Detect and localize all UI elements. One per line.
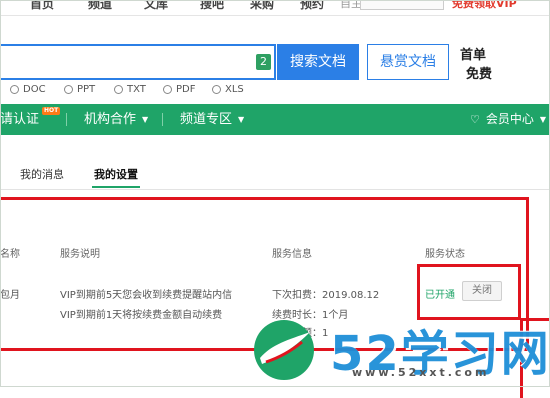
top-nav: 首页 频道 文库 搜吧 采购 预约 自主设置 免费领取VIP [0,0,550,16]
promo-line-1: 首单 [460,48,487,63]
topnav-item[interactable]: 频道 [88,0,112,12]
status-badge: 已开通 [425,290,455,301]
header-name: 名称 [0,249,20,260]
file-type-option[interactable]: DOC [10,84,46,95]
search-documents-button[interactable]: 搜索文档 [277,44,359,80]
radio-icon [212,85,221,94]
header-info: 服务信息 [272,249,312,260]
settings-tabs: 我的消息 我的设置 [0,150,550,190]
service-desc-line-1: VIP到期前5天您会收到续费提醒站内信 [60,290,233,301]
file-type-option[interactable]: PDF [163,84,195,95]
topnav-item[interactable]: 文库 [144,0,168,12]
file-type-option[interactable]: TXT [114,84,146,95]
radio-icon [114,85,123,94]
topnav-item[interactable]: 预约 [300,0,324,12]
main-menu-bar: 请认证 HOT 机构合作 ▼ 频道专区 ▼ ♡ 会员中心 ▼ [0,104,550,135]
diamond-icon: ♡ [470,113,480,126]
file-type-label: PDF [176,84,196,95]
caret-down-icon: ▼ [142,115,149,124]
radio-icon [10,85,19,94]
topnav-item[interactable]: 搜吧 [200,0,224,12]
menu-item-label: 请认证 [0,112,40,127]
watermark-logo-icon [254,320,314,380]
file-type-option[interactable]: PPT [64,84,95,95]
active-tab-indicator [92,186,140,188]
hot-badge: HOT [42,107,61,115]
user-account-box[interactable] [360,0,444,10]
menu-item-channels[interactable]: 频道专区 ▼ [180,104,244,135]
caret-down-icon: ▼ [539,115,547,124]
file-type-label: TXT [127,84,146,95]
watermark-url: www.52xxt.com [352,366,490,379]
close-service-button[interactable]: 关闭 [462,281,502,301]
menu-item-certify[interactable]: 请认证 [0,104,39,135]
menu-divider [162,113,163,126]
service-desc-line-2: VIP到期前1天将按续费金额自动续费 [60,310,223,321]
header-description: 服务说明 [60,249,100,260]
menu-item-label: 机构合作 [84,112,137,127]
search-input[interactable] [0,44,276,80]
reward-documents-button[interactable]: 悬赏文档 [367,44,449,80]
tab-my-settings[interactable]: 我的设置 [94,166,138,182]
topnav-item[interactable]: 首页 [30,0,54,12]
promo-line-2: 免费 [466,67,493,82]
caret-down-icon: ▼ [238,115,245,124]
member-center-label: 会员中心 [485,112,534,126]
menu-item-institution[interactable]: 机构合作 ▼ [84,104,148,135]
file-type-option[interactable]: XLS [212,84,244,95]
tab-my-messages[interactable]: 我的消息 [20,166,64,182]
menu-divider [66,113,67,126]
first-order-free-promo[interactable]: 首单 免费 [460,44,504,82]
member-center-button[interactable]: ♡ 会员中心 ▼ [470,104,546,135]
service-info-next-charge: 下次扣费：2019.08.12 [272,290,380,301]
file-type-label: PPT [77,84,96,95]
service-name: 包月 [0,290,20,301]
radio-icon [64,85,73,94]
topnav-item[interactable]: 采购 [250,0,274,12]
radio-icon [163,85,172,94]
vip-link[interactable]: 免费领取VIP [452,0,517,11]
menu-item-label: 频道专区 [180,112,233,127]
search-count-badge: 2 [256,54,271,70]
file-type-label: DOC [23,84,46,95]
file-type-label: XLS [225,84,244,95]
header-status: 服务状态 [425,249,465,260]
